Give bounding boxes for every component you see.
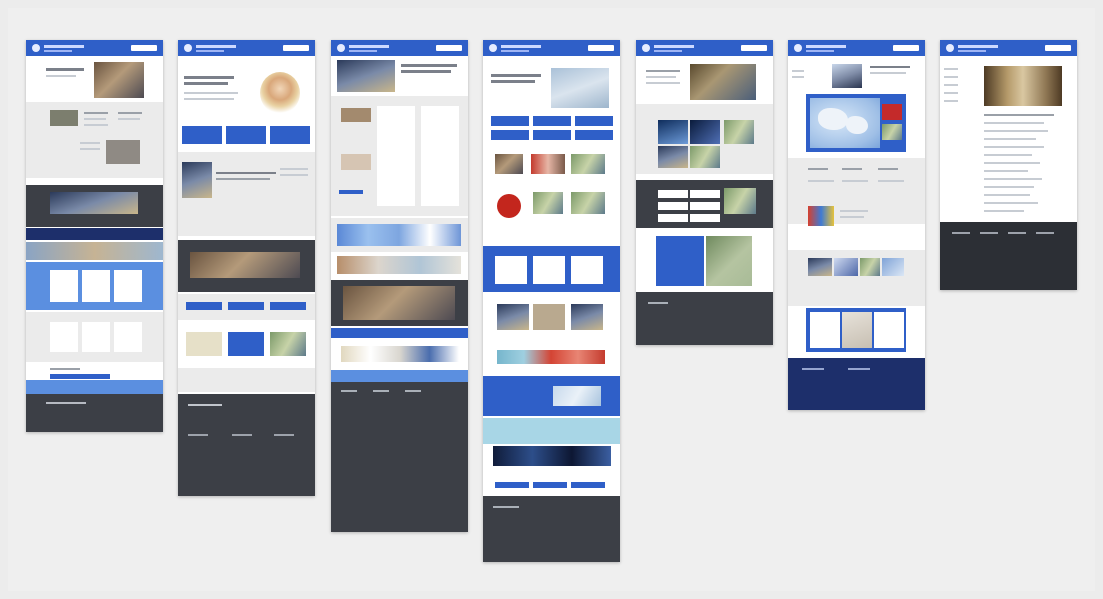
page-3 [331,40,468,532]
world-map [810,98,880,148]
page-header [178,40,315,56]
search-input[interactable] [1045,45,1071,51]
search-input[interactable] [741,45,767,51]
search-input[interactable] [436,45,462,51]
page-header [483,40,620,56]
logo-icon [184,44,192,52]
search-input[interactable] [131,45,157,51]
page-1 [26,40,163,432]
logo-icon [489,44,497,52]
page-header [331,40,468,56]
portrait-image [260,72,300,114]
page-6 [788,40,925,410]
page-2 [178,40,315,496]
page-header [788,40,925,56]
hero-image [551,68,609,108]
page-header [26,40,163,56]
search-input[interactable] [588,45,614,51]
page-7 [940,40,1077,290]
logo-icon [337,44,345,52]
page-header [636,40,773,56]
logo-icon [32,44,40,52]
page-5 [636,40,773,345]
logo-icon [642,44,650,52]
page-4 [483,40,620,562]
page-header [940,40,1077,56]
hero-image [690,64,756,100]
mockup-canvas [8,8,1095,591]
hero-image [94,62,144,98]
hero-image [984,66,1062,106]
search-input[interactable] [283,45,309,51]
logo-icon [946,44,954,52]
logo-icon [794,44,802,52]
search-input[interactable] [893,45,919,51]
